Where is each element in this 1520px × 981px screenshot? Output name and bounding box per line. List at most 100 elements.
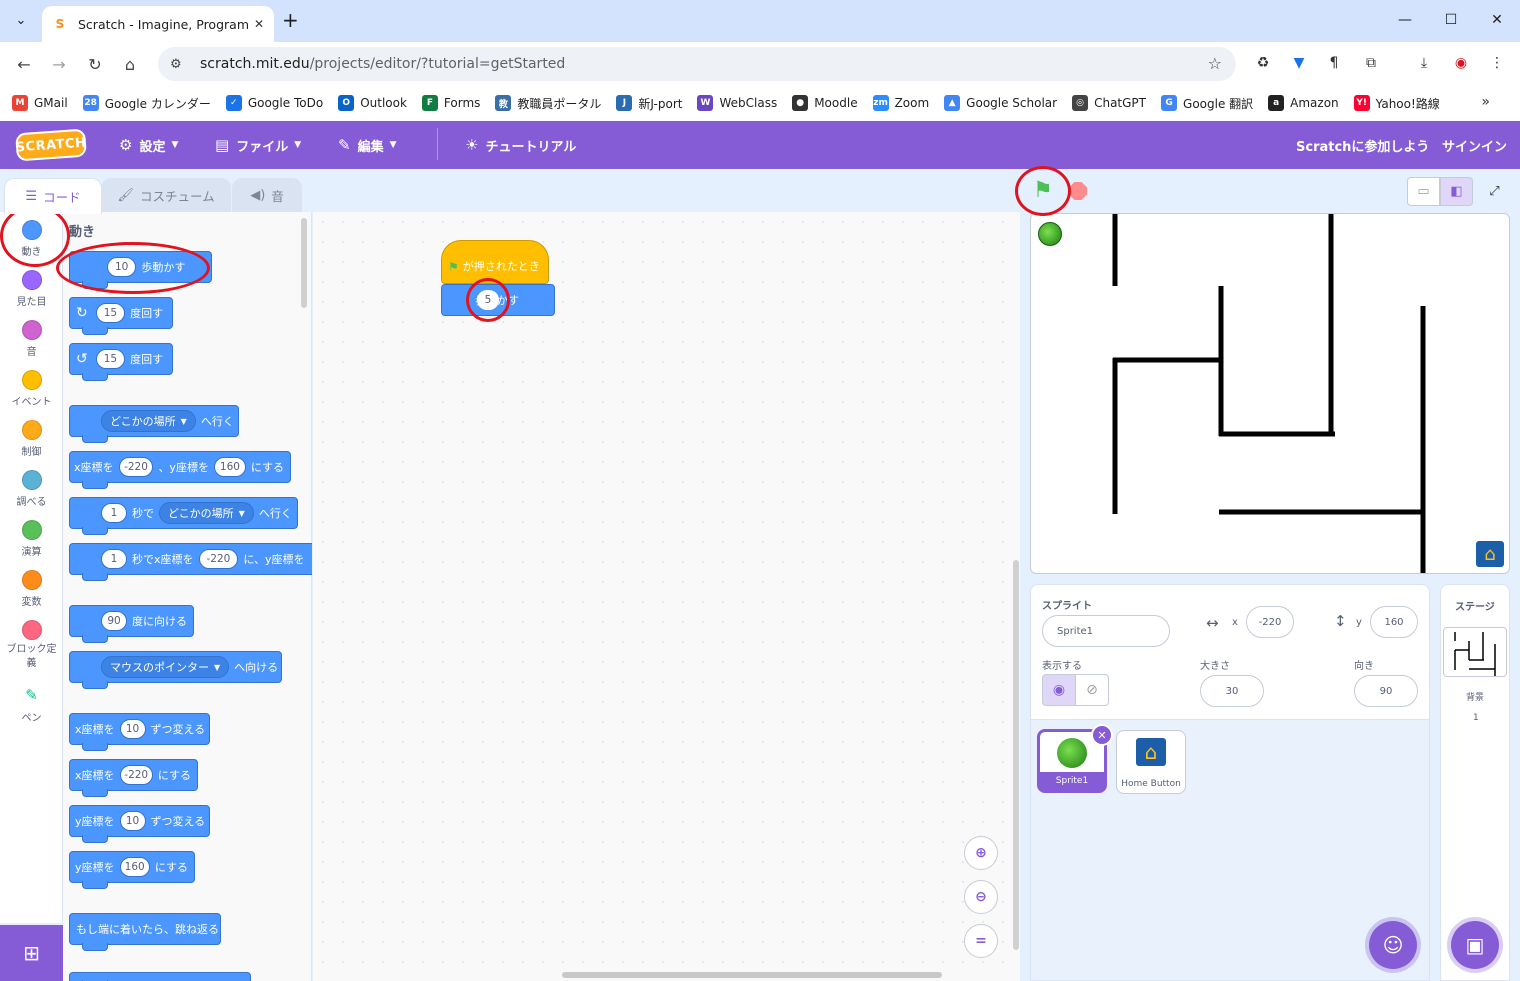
add-extension-button[interactable]: ⊞: [0, 925, 63, 981]
block-glide-to-xy[interactable]: 1 秒でx座標を -220 に、y座標を: [69, 543, 312, 581]
tab-sounds[interactable]: ◀) 音: [232, 178, 302, 212]
bookmark-item[interactable]: a Amazon: [1268, 95, 1339, 111]
extensions-puzzle-icon[interactable]: ⧉: [1360, 52, 1382, 74]
extension-pilcrow-icon[interactable]: ¶: [1323, 52, 1345, 74]
category-control[interactable]: 制御: [0, 420, 63, 458]
palette-scrollbar[interactable]: [301, 218, 307, 308]
tutorial-menu[interactable]: ☀ チュートリアル: [465, 121, 576, 169]
block-set-y[interactable]: y座標を 160 にする: [69, 851, 195, 889]
file-menu[interactable]: ▤ ファイル ▼: [215, 121, 301, 169]
size-input[interactable]: 30: [1200, 675, 1264, 707]
browser-tab[interactable]: S Scratch - Imagine, Program, Sha ✕: [42, 6, 274, 42]
url-text[interactable]: scratch.mit.edu/projects/editor/?tutoria…: [200, 56, 565, 72]
join-scratch-link[interactable]: Scratchに参加しよう: [1296, 121, 1429, 169]
bookmark-star-icon[interactable]: ☆: [1208, 54, 1222, 73]
maximize-icon[interactable]: ☐: [1428, 0, 1474, 40]
edit-menu[interactable]: ✎ 編集 ▼: [338, 121, 397, 169]
block-point-in-direction[interactable]: 90 度に向ける: [69, 605, 194, 643]
scratch-logo[interactable]: SCRATCH: [15, 128, 87, 162]
category-my-blocks[interactable]: ブロック定義: [0, 620, 63, 671]
browser-menu-icon[interactable]: ⋮: [1486, 52, 1508, 74]
x-position-input[interactable]: -220: [1246, 606, 1294, 638]
goto-target-dropdown[interactable]: どこかの場所 ▼: [101, 410, 196, 432]
bookmark-item[interactable]: ✓ Google ToDo: [225, 95, 323, 111]
when-flag-clicked-block[interactable]: ⚑ が押されたとき: [441, 240, 549, 284]
normal-stage-button[interactable]: ◧: [1440, 177, 1473, 206]
block-turn-right[interactable]: ↻ 15 度回す: [69, 297, 173, 335]
block-turn-left[interactable]: ↺ 15 度回す: [69, 343, 173, 381]
tab-code[interactable]: ☰ コード: [4, 178, 102, 214]
small-stage-button[interactable]: ▭: [1407, 177, 1440, 206]
bookmark-item[interactable]: zm Zoom: [872, 95, 929, 111]
block-point-towards[interactable]: マウスのポインター ▼ へ向ける: [69, 651, 282, 689]
canvas-horizontal-scrollbar[interactable]: [562, 972, 942, 978]
category-variables[interactable]: 変数: [0, 570, 63, 608]
y-position-input[interactable]: 160: [1370, 606, 1418, 638]
back-icon[interactable]: ←: [12, 52, 36, 76]
forward-icon[interactable]: →: [47, 52, 71, 76]
extension-v-icon[interactable]: ▼: [1288, 52, 1310, 74]
sprite-name-input[interactable]: Sprite1: [1042, 615, 1170, 647]
hide-sprite-button[interactable]: ⊘: [1075, 674, 1109, 706]
bookmark-item[interactable]: 教教職員ポータル: [495, 95, 601, 112]
category-sound[interactable]: 音: [0, 320, 63, 358]
stage-canvas[interactable]: [1030, 213, 1510, 574]
zoom-in-button[interactable]: ⊕: [964, 836, 998, 870]
tab-costumes[interactable]: 🖌 コスチューム: [101, 178, 231, 212]
tab-search-icon[interactable]: ⌄: [7, 6, 35, 34]
category-pen[interactable]: ✎ ペン: [0, 686, 63, 724]
block-go-to-xy[interactable]: x座標を -220 、y座標を 160 にする: [69, 451, 291, 489]
zoom-out-button[interactable]: ⊖: [964, 880, 998, 914]
delete-sprite-button[interactable]: ✕: [1091, 724, 1113, 746]
show-sprite-button[interactable]: ◉: [1042, 674, 1076, 706]
category-sensing[interactable]: 調べる: [0, 470, 63, 508]
omnibox[interactable]: ⚙ scratch.mit.edu/projects/editor/?tutor…: [158, 47, 1236, 81]
bookmark-item[interactable]: Y! Yahoo!路線: [1353, 95, 1440, 112]
minimize-icon[interactable]: —: [1382, 0, 1428, 40]
block-bounce-on-edge[interactable]: もし端に着いたら、跳ね返る: [69, 913, 221, 951]
profile-avatar-icon[interactable]: ◉: [1450, 52, 1472, 74]
zoom-reset-button[interactable]: =: [964, 924, 998, 958]
block-goto[interactable]: どこかの場所 ▼ へ行く: [69, 405, 239, 443]
script-area[interactable]: [313, 212, 1020, 981]
settings-menu[interactable]: ⚙ 設定 ▼: [119, 121, 178, 169]
backdrop-thumbnail[interactable]: [1443, 627, 1507, 677]
bookmark-item[interactable]: 28 Google カレンダー: [82, 95, 211, 112]
bookmark-item[interactable]: G Google 翻訳: [1161, 95, 1253, 112]
choose-sprite-button[interactable]: ☺: [1369, 921, 1417, 969]
point-towards-dropdown[interactable]: マウスのポインター ▼: [101, 656, 230, 678]
sprite1-on-stage[interactable]: [1038, 222, 1062, 246]
site-info-icon[interactable]: ⚙: [170, 57, 188, 72]
home-icon[interactable]: ⌂: [118, 52, 142, 76]
block-set-x[interactable]: x座標を -220 にする: [69, 759, 198, 797]
new-tab-icon[interactable]: +: [282, 8, 299, 32]
block-change-y[interactable]: y座標を 10 ずつ変える: [69, 805, 210, 843]
home-button-sprite-on-stage[interactable]: ⌂: [1476, 541, 1504, 567]
block-change-x[interactable]: x座標を 10 ずつ変える: [69, 713, 210, 751]
bookmarks-more-icon[interactable]: »: [1481, 94, 1490, 110]
close-tab-icon[interactable]: ✕: [254, 17, 264, 31]
glide-target-dropdown[interactable]: どこかの場所 ▼: [159, 502, 254, 524]
bookmark-item[interactable]: ● Moodle: [792, 95, 858, 111]
bookmark-item[interactable]: M GMail: [12, 95, 68, 111]
extension-recycle-icon[interactable]: ♻: [1252, 52, 1274, 74]
reload-icon[interactable]: ↻: [83, 52, 107, 76]
direction-input[interactable]: 90: [1354, 675, 1418, 707]
bookmark-item[interactable]: W WebClass: [697, 95, 777, 111]
block-next-partial[interactable]: [69, 972, 251, 981]
category-events[interactable]: イベント: [0, 370, 63, 408]
category-operators[interactable]: 演算: [0, 520, 63, 558]
sprite-thumb-home-button[interactable]: ⌂ Home Button: [1116, 730, 1186, 794]
category-looks[interactable]: 見た目: [0, 270, 63, 308]
choose-backdrop-button[interactable]: ▣: [1451, 921, 1499, 969]
bookmark-item[interactable]: O Outlook: [338, 95, 407, 111]
bookmark-item[interactable]: ◎ ChatGPT: [1072, 95, 1146, 111]
bookmark-item[interactable]: F Forms: [421, 95, 480, 111]
bookmark-item[interactable]: J 新J-port: [616, 95, 682, 112]
signin-link[interactable]: サインイン: [1442, 121, 1507, 169]
close-window-icon[interactable]: ✕: [1474, 0, 1520, 40]
canvas-vertical-scrollbar[interactable]: [1013, 560, 1019, 950]
block-glide-to[interactable]: 1 秒で どこかの場所 ▼ へ行く: [69, 497, 298, 535]
bookmark-item[interactable]: ▲ Google Scholar: [944, 95, 1057, 111]
fullscreen-button[interactable]: ⤢: [1478, 177, 1511, 206]
